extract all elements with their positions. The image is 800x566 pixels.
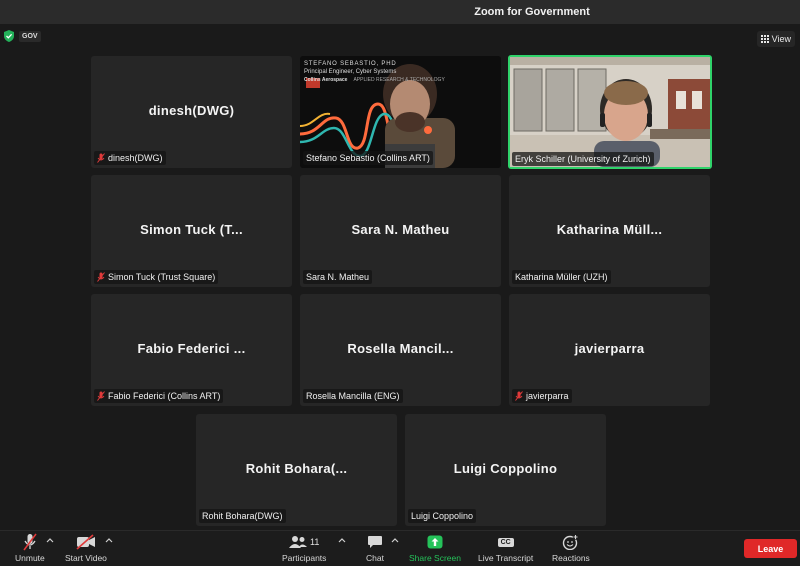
chevron-up-icon[interactable] bbox=[105, 536, 113, 544]
participant-name: Rohit Bohara(DWG) bbox=[202, 511, 283, 521]
mic-muted-icon bbox=[97, 272, 105, 282]
chat-icon bbox=[367, 535, 382, 548]
security-badge[interactable]: GOV bbox=[2, 29, 41, 43]
closed-caption-icon: CC bbox=[497, 537, 514, 547]
participant-nameplate: Rohit Bohara(DWG) bbox=[199, 509, 286, 523]
live-transcript-button[interactable]: CC Live Transcript bbox=[478, 533, 533, 563]
view-button[interactable]: View bbox=[756, 31, 795, 47]
participant-nameplate: Fabio Federici (Collins ART) bbox=[94, 389, 224, 403]
video-off-icon bbox=[76, 534, 95, 550]
participant-tile[interactable]: Simon Tuck (T... Simon Tuck (Trust Squar… bbox=[91, 175, 292, 287]
start-video-button[interactable]: Start Video bbox=[65, 533, 107, 563]
participant-tile[interactable]: Katharina Müll... Katharina Müller (UZH) bbox=[509, 175, 710, 287]
mic-muted-icon bbox=[97, 391, 105, 401]
participant-name: javierparra bbox=[526, 391, 569, 401]
chat-button[interactable]: Chat bbox=[366, 533, 384, 563]
window-title: Zoom for Government bbox=[474, 6, 590, 18]
meeting-toolbar: Unmute Start Video 11 Participants Chat … bbox=[0, 530, 800, 566]
participant-nameplate: javierparra bbox=[512, 389, 572, 403]
slide-line-2: Principal Engineer, Cyber Systems bbox=[304, 69, 397, 75]
unmute-label: Unmute bbox=[15, 553, 45, 563]
participant-name: Rosella Mancilla (ENG) bbox=[306, 391, 400, 401]
participant-nameplate: Sara N. Matheu bbox=[303, 270, 373, 284]
participant-display-name: Fabio Federici ... bbox=[137, 341, 246, 356]
leave-button[interactable]: Leave bbox=[744, 539, 797, 558]
participant-nameplate: Rosella Mancilla (ENG) bbox=[303, 389, 403, 403]
participant-name: Fabio Federici (Collins ART) bbox=[108, 391, 221, 401]
participants-label: Participants bbox=[282, 553, 327, 563]
participant-name: dinesh(DWG) bbox=[108, 153, 163, 163]
participant-display-name: Katharina Müll... bbox=[556, 222, 663, 237]
participant-name: Luigi Coppolino bbox=[411, 511, 474, 521]
mic-muted-icon bbox=[23, 533, 37, 551]
chevron-up-icon[interactable] bbox=[391, 536, 399, 544]
participant-tile[interactable]: Rohit Bohara(... Rohit Bohara(DWG) bbox=[196, 414, 397, 526]
participant-tile-active-speaker[interactable]: Eryk Schiller (University of Zurich) bbox=[508, 55, 712, 169]
participant-name: Eryk Schiller (University of Zurich) bbox=[515, 154, 651, 164]
mic-muted-icon bbox=[97, 153, 105, 163]
participant-display-name: Rosella Mancil... bbox=[347, 341, 454, 356]
chat-label: Chat bbox=[366, 553, 384, 563]
slide-brand: Collins Aerospace bbox=[304, 77, 348, 83]
participant-nameplate: Simon Tuck (Trust Square) bbox=[94, 270, 219, 284]
chevron-up-icon[interactable] bbox=[46, 536, 54, 544]
participant-display-name: Luigi Coppolino bbox=[453, 461, 558, 476]
participant-name: Sara N. Matheu bbox=[306, 272, 370, 282]
shield-icon bbox=[4, 30, 14, 42]
reactions-label: Reactions bbox=[552, 553, 590, 563]
unmute-button[interactable]: Unmute bbox=[15, 533, 45, 563]
participant-nameplate: dinesh(DWG) bbox=[94, 151, 166, 165]
title-bar: Zoom for Government bbox=[0, 0, 800, 24]
participant-nameplate: Eryk Schiller (University of Zurich) bbox=[512, 152, 654, 166]
participant-name: Katharina Müller (UZH) bbox=[515, 272, 608, 282]
share-screen-icon bbox=[427, 535, 443, 549]
participants-icon bbox=[289, 536, 308, 548]
participant-display-name: javierparra bbox=[574, 341, 645, 356]
slide-text: STEFANO SEBASTIO, PHD Principal Engineer… bbox=[304, 60, 445, 84]
participant-tile[interactable]: Fabio Federici ... Fabio Federici (Colli… bbox=[91, 294, 292, 406]
participant-display-name: dinesh(DWG) bbox=[148, 103, 235, 118]
participant-name: Simon Tuck (Trust Square) bbox=[108, 272, 216, 282]
participants-count: 11 bbox=[310, 537, 320, 547]
participant-nameplate: Katharina Müller (UZH) bbox=[512, 270, 611, 284]
participants-button[interactable]: 11 Participants bbox=[282, 533, 326, 563]
participant-nameplate: Stefano Sebastio (Collins ART) bbox=[303, 151, 433, 165]
view-button-label: View bbox=[771, 34, 791, 44]
participant-tile[interactable]: dinesh(DWG) dinesh(DWG) bbox=[91, 56, 292, 168]
share-screen-button[interactable]: Share Screen bbox=[409, 533, 461, 563]
participant-display-name: Simon Tuck (T... bbox=[140, 222, 243, 237]
participant-display-name: Sara N. Matheu bbox=[351, 222, 450, 237]
participant-display-name: Rohit Bohara(... bbox=[245, 461, 348, 476]
start-video-label: Start Video bbox=[65, 553, 107, 563]
participant-tile[interactable]: javierparra javierparra bbox=[509, 294, 710, 406]
reactions-button[interactable]: Reactions bbox=[552, 533, 590, 563]
participant-tile[interactable]: Luigi Coppolino Luigi Coppolino bbox=[405, 414, 606, 526]
participant-tile[interactable]: Sara N. Matheu Sara N. Matheu bbox=[300, 175, 501, 287]
emoji-icon bbox=[563, 534, 579, 550]
participant-nameplate: Luigi Coppolino bbox=[408, 509, 477, 523]
participant-tile-video[interactable]: STEFANO SEBASTIO, PHD Principal Engineer… bbox=[300, 56, 501, 168]
slide-dept: APPLIED RESEARCH & TECHNOLOGY bbox=[353, 77, 445, 83]
share-screen-label: Share Screen bbox=[409, 553, 461, 563]
chevron-up-icon[interactable] bbox=[338, 536, 346, 544]
participant-name: Stefano Sebastio (Collins ART) bbox=[306, 153, 430, 163]
live-transcript-label: Live Transcript bbox=[478, 553, 534, 563]
participant-tile[interactable]: Rosella Mancil... Rosella Mancilla (ENG) bbox=[300, 294, 501, 406]
video-feed bbox=[510, 57, 710, 167]
slide-line-1: STEFANO SEBASTIO, PHD bbox=[304, 61, 397, 67]
grid-icon bbox=[760, 35, 769, 43]
gov-badge: GOV bbox=[19, 30, 41, 42]
mic-muted-icon bbox=[515, 391, 523, 401]
